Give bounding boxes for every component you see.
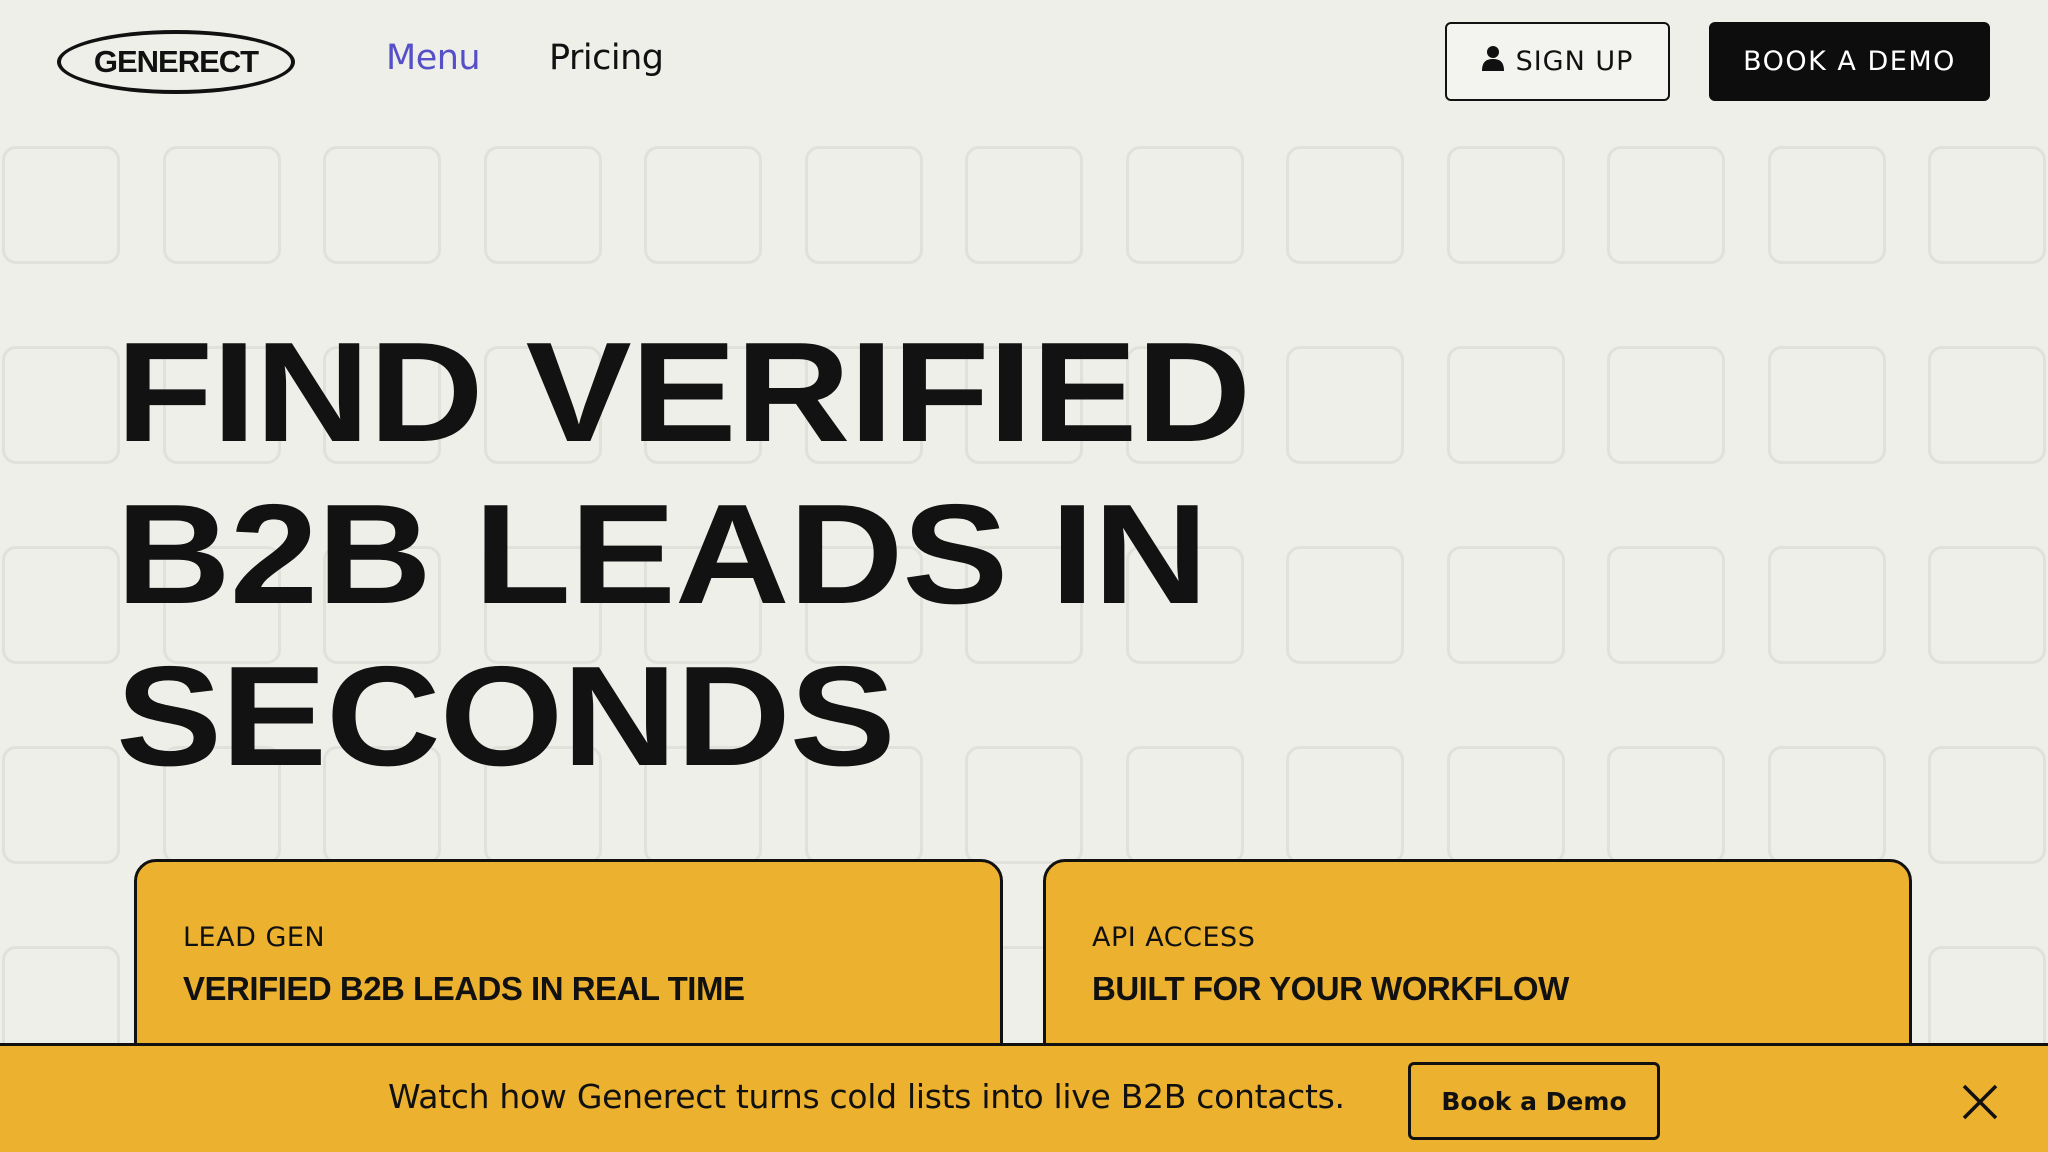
- grid-cell: [1607, 546, 1725, 664]
- grid-cell: [1125, 146, 1244, 264]
- hero-line-1: FIND VERIFIED: [116, 313, 1251, 472]
- grid-cell: [644, 146, 762, 264]
- grid-cell: [965, 146, 1083, 264]
- grid-cell: [1286, 346, 1404, 464]
- banner-book-demo-button[interactable]: Book a Demo: [1408, 1062, 1660, 1140]
- grid-cell: [2, 346, 120, 464]
- grid-cell: [1446, 746, 1565, 864]
- hero-line-2: B2B LEADS IN: [116, 475, 1208, 634]
- sign-up-button[interactable]: SIGN UP: [1445, 22, 1670, 101]
- grid-cell: [1446, 146, 1565, 264]
- card-tag: LEAD GEN: [183, 922, 326, 953]
- grid-cell: [1286, 146, 1404, 264]
- grid-cell: [1928, 746, 2046, 864]
- hero-headline: FIND VERIFIED B2B LEADS IN SECONDS: [116, 312, 1251, 798]
- grid-cell: [1767, 146, 1886, 264]
- grid-cell: [1446, 346, 1565, 464]
- book-demo-button[interactable]: BOOK A DEMO: [1709, 22, 1990, 101]
- grid-cell: [323, 146, 441, 264]
- banner-text: Watch how Generect turns cold lists into…: [388, 1077, 1345, 1116]
- grid-cell: [1607, 346, 1725, 464]
- grid-cell: [1446, 546, 1565, 664]
- grid-cell: [2, 146, 120, 264]
- hero-line-3: SECONDS: [116, 637, 896, 796]
- card-headline: BUILT FOR YOUR WORKFLOW: [1092, 970, 1569, 1007]
- banner-button-label: Book a Demo: [1441, 1086, 1627, 1116]
- logo[interactable]: GENERECT: [57, 30, 295, 94]
- grid-cell: [1928, 546, 2046, 664]
- grid-cell: [804, 146, 923, 264]
- grid-cell: [1286, 546, 1404, 664]
- grid-cell: [2, 746, 120, 864]
- user-icon: [1481, 45, 1504, 78]
- nav-menu-link[interactable]: Menu: [386, 38, 481, 78]
- nav-pricing-link[interactable]: Pricing: [549, 38, 664, 78]
- promo-banner: Watch how Generect turns cold lists into…: [0, 1043, 2048, 1152]
- grid-cell: [483, 146, 602, 264]
- grid-cell: [1607, 746, 1725, 864]
- grid-cell: [1767, 546, 1886, 664]
- card-tag: API ACCESS: [1092, 922, 1256, 953]
- grid-cell: [162, 146, 281, 264]
- grid-cell: [1607, 146, 1725, 264]
- grid-cell: [1767, 346, 1886, 464]
- grid-cell: [1928, 346, 2046, 464]
- grid-cell: [1928, 146, 2046, 264]
- close-icon[interactable]: [1960, 1082, 2000, 1122]
- grid-cell: [2, 546, 120, 664]
- sign-up-label: SIGN UP: [1515, 46, 1634, 77]
- card-headline: VERIFIED B2B LEADS IN REAL TIME: [183, 970, 745, 1007]
- book-demo-label: BOOK A DEMO: [1743, 46, 1956, 77]
- grid-cell: [1767, 746, 1886, 864]
- grid-cell: [1286, 746, 1404, 864]
